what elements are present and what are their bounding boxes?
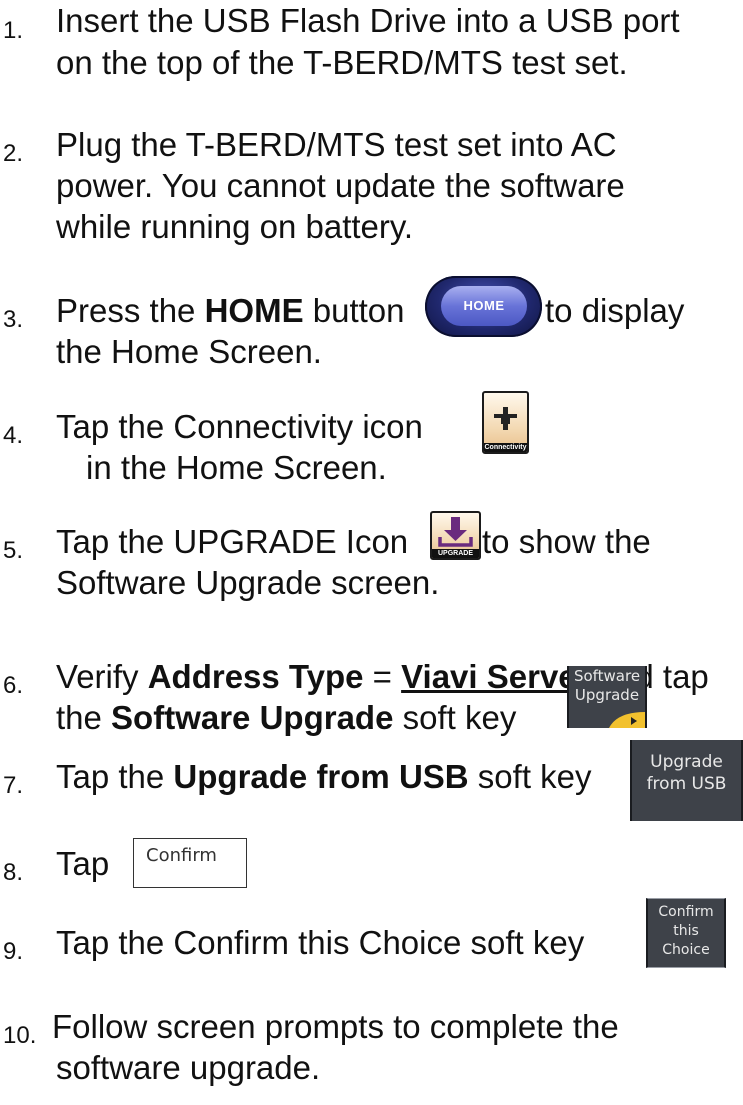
step-number: 7.: [3, 772, 24, 799]
step-text-line: Tap the Confirm this Choice soft key: [56, 924, 585, 961]
software-upgrade-emphasis: Software Upgrade: [111, 699, 394, 736]
step-number: 6.: [3, 672, 24, 699]
upgrade-from-usb-emphasis: Upgrade from USB: [173, 758, 469, 795]
step-text-line: Press the HOME button: [56, 290, 405, 331]
upgrade-from-usb-softkey[interactable]: Upgrade from USB: [630, 740, 743, 821]
step-text: Verify: [56, 658, 148, 695]
connectivity-icon: Connectivity: [482, 391, 529, 454]
confirm-button-label: Confirm: [146, 845, 217, 866]
arrow-tab-icon: [609, 712, 645, 728]
step-text-line: Insert the USB Flash Drive into a USB po…: [56, 2, 680, 39]
confirm-button[interactable]: Confirm: [133, 838, 247, 888]
step-text: soft key: [468, 758, 592, 795]
step-text-line: while running on battery.: [56, 208, 414, 245]
step-text-line: Tap the UPGRADE Icon: [56, 523, 409, 560]
step-text: button: [303, 292, 405, 329]
step-text: Press the: [56, 292, 205, 329]
step-text-line: Tap: [56, 845, 110, 882]
softkey-label-line: Upgrade: [574, 686, 640, 704]
home-button-label: HOME: [441, 286, 527, 326]
softkey-label-line: from USB: [646, 774, 727, 794]
step-text-line: Software Upgrade screen.: [56, 564, 440, 601]
step-number: 4.: [3, 422, 24, 449]
step-text-line: on the top of the T-BERD/MTS test set.: [56, 44, 628, 81]
step-number: 3.: [3, 306, 24, 333]
step-text-line: Tap the Upgrade from USB soft key: [56, 756, 592, 797]
step-text-line: to show the: [482, 523, 651, 560]
softkey-label-line: Upgrade: [650, 752, 723, 772]
home-button-icon: HOME: [425, 276, 542, 337]
step-text-line: in the Home Screen.: [86, 449, 387, 486]
step-number: 8.: [3, 859, 24, 886]
step-text-line: Follow screen prompts to complete the: [52, 1008, 619, 1045]
step-text: soft key: [393, 699, 517, 736]
upgrade-caption: UPGRADE: [432, 549, 479, 558]
confirm-this-choice-softkey[interactable]: Confirm this Choice: [646, 898, 726, 968]
softkey-label-line: this: [673, 923, 699, 939]
step-number: 10.: [3, 1022, 37, 1049]
softkey-label-line: Confirm: [658, 904, 714, 920]
step-text-line: the Software Upgrade soft key: [56, 697, 516, 738]
step-text-line: to display: [545, 292, 685, 329]
step-text: the: [56, 699, 112, 736]
step-text-line: power. You cannot update the software: [56, 167, 625, 204]
viavi-server-emphasis: Viavi Server: [401, 658, 590, 695]
step-text: =: [363, 658, 402, 695]
softkey-label-line: Software: [573, 667, 641, 685]
step-text: Tap the: [56, 758, 174, 795]
home-emphasis: HOME: [204, 292, 304, 329]
step-number: 5.: [3, 537, 24, 564]
softkey-label-line: Choice: [662, 942, 710, 958]
step-number: 1.: [3, 17, 24, 44]
download-arrow-icon: [438, 517, 473, 547]
connectivity-glyph-icon: [494, 407, 517, 430]
step-number: 9.: [3, 938, 24, 965]
connectivity-caption: Connectivity: [484, 443, 527, 452]
address-type-emphasis: Address Type: [147, 658, 364, 695]
step-text-line: Tap the Connectivity icon: [56, 408, 423, 445]
step-text-line: the Home Screen.: [56, 333, 322, 370]
software-upgrade-softkey[interactable]: Software Upgrade: [567, 666, 647, 728]
step-text-line: software upgrade.: [56, 1049, 321, 1086]
step-number: 2.: [3, 140, 24, 167]
upgrade-icon: UPGRADE: [430, 511, 481, 560]
step-text-line: Plug the T-BERD/MTS test set into AC: [56, 126, 617, 163]
